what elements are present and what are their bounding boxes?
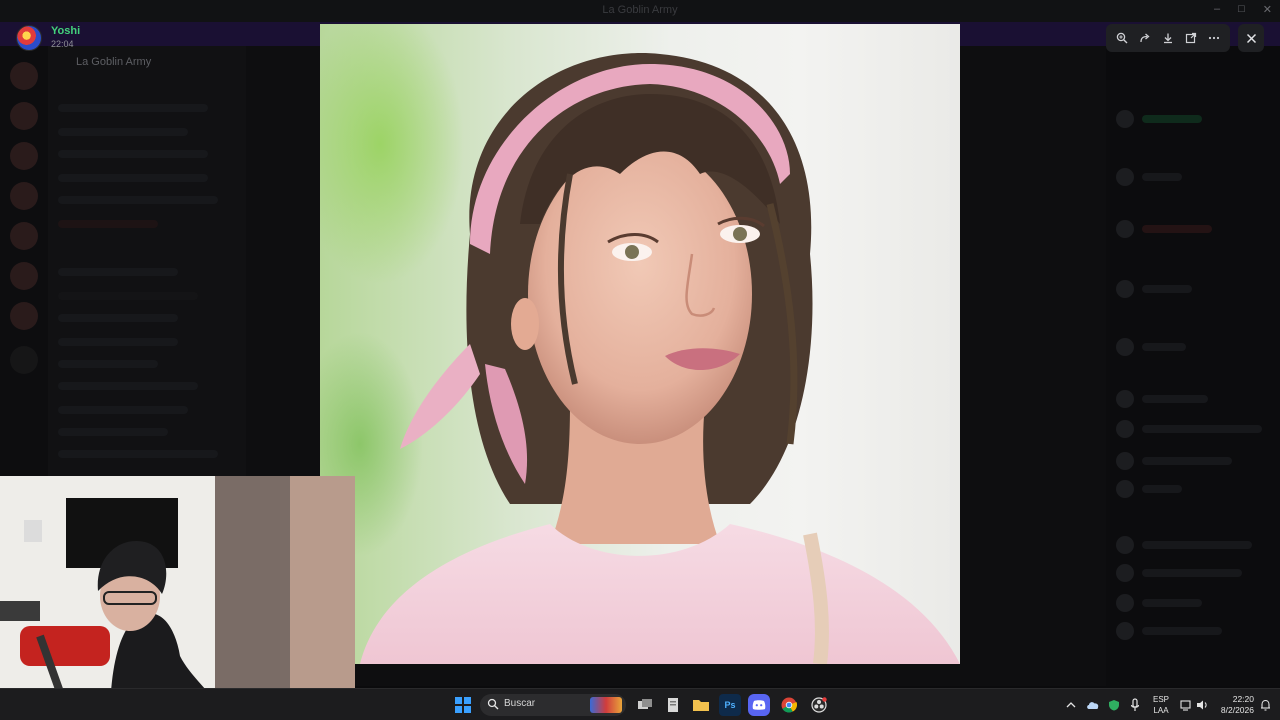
search-highlight-icon — [590, 697, 622, 713]
close-icon — [1246, 33, 1256, 43]
server-icon[interactable] — [10, 182, 38, 210]
member-item[interactable] — [1116, 594, 1266, 612]
taskbar-clock[interactable]: 22:20 8/2/2026 — [1212, 694, 1254, 716]
clock-time: 22:20 — [1232, 694, 1254, 704]
avatar[interactable] — [16, 25, 42, 51]
start-button[interactable] — [455, 697, 471, 713]
channel-item[interactable] — [58, 450, 218, 458]
input-language[interactable]: ESP LAA — [1148, 694, 1174, 716]
forward-icon[interactable] — [1135, 28, 1155, 48]
channel-item[interactable] — [58, 360, 158, 368]
file-explorer-icon[interactable] — [690, 694, 712, 716]
member-item[interactable] — [1116, 480, 1266, 498]
server-icon[interactable] — [10, 102, 38, 130]
keyboard-layout: LAA — [1153, 706, 1169, 715]
server-icon[interactable] — [10, 262, 38, 290]
server-icon[interactable] — [10, 62, 38, 90]
language-code: ESP — [1152, 695, 1169, 704]
channel-list: La Goblin Army — [48, 46, 246, 476]
channel-item[interactable] — [58, 104, 208, 112]
zoom-icon[interactable] — [1112, 28, 1132, 48]
member-list — [1106, 80, 1280, 686]
member-item[interactable] — [1116, 220, 1266, 238]
chrome-icon[interactable] — [778, 694, 800, 716]
notification-bell-icon[interactable] — [1260, 689, 1271, 720]
channel-item[interactable] — [58, 382, 198, 390]
discord-icon[interactable] — [748, 694, 770, 716]
channel-item[interactable] — [58, 428, 168, 436]
channel-item[interactable] — [58, 128, 188, 136]
notes-icon[interactable] — [662, 694, 684, 716]
channel-item[interactable] — [58, 268, 178, 276]
member-item[interactable] — [1116, 338, 1266, 356]
clock-date: 8/2/2026 — [1220, 705, 1254, 715]
more-options-icon[interactable] — [1204, 28, 1224, 48]
channel-item[interactable] — [58, 150, 208, 158]
network-icon[interactable] — [1180, 689, 1192, 720]
task-view-icon[interactable] — [634, 694, 656, 716]
window-controls: – □ ✕ — [1214, 3, 1272, 16]
member-item[interactable] — [1116, 622, 1266, 640]
download-icon[interactable] — [1158, 28, 1178, 48]
window-titlebar: La Goblin Army – □ ✕ — [0, 0, 1280, 22]
add-server-icon[interactable] — [10, 346, 38, 374]
server-icon[interactable] — [10, 142, 38, 170]
window-title: La Goblin Army — [602, 4, 678, 16]
channel-item[interactable] — [58, 406, 188, 414]
viewer-toolbar — [1106, 24, 1230, 52]
channel-item[interactable] — [58, 292, 198, 300]
uploader-name[interactable]: Yoshi — [51, 25, 80, 37]
shared-image[interactable] — [320, 24, 960, 664]
member-item[interactable] — [1116, 110, 1266, 128]
cloud-icon[interactable] — [1086, 689, 1100, 720]
shield-icon[interactable] — [1108, 689, 1120, 720]
channel-item[interactable] — [58, 314, 178, 322]
webcam-overlay — [0, 476, 355, 720]
channel-item[interactable] — [58, 196, 218, 204]
member-item[interactable] — [1116, 280, 1266, 298]
server-name[interactable]: La Goblin Army — [76, 56, 151, 68]
server-icon[interactable] — [10, 222, 38, 250]
portrait-illustration — [360, 53, 960, 664]
tray-overflow-icon[interactable] — [1066, 689, 1076, 720]
member-item[interactable] — [1116, 168, 1266, 186]
taskbar: Buscar Ps ESP LAA 22:20 8/2/2026 — [0, 688, 1280, 720]
volume-icon[interactable] — [1196, 689, 1209, 720]
member-item[interactable] — [1116, 420, 1266, 438]
server-icon[interactable] — [10, 302, 38, 330]
search-icon — [487, 698, 499, 710]
close-viewer-button[interactable] — [1238, 24, 1264, 52]
open-in-browser-icon[interactable] — [1181, 28, 1201, 48]
taskbar-search[interactable]: Buscar — [480, 694, 626, 716]
screen: La Goblin Army – □ ✕ La Goblin Army Yosh… — [0, 0, 1280, 720]
member-item[interactable] — [1116, 452, 1266, 470]
channel-item[interactable] — [58, 220, 158, 228]
member-item[interactable] — [1116, 564, 1266, 582]
photoshop-icon[interactable]: Ps — [719, 694, 741, 716]
search-placeholder: Buscar — [504, 698, 536, 709]
minimize-icon[interactable]: – — [1214, 3, 1220, 16]
microphone-icon[interactable] — [1130, 689, 1140, 720]
channel-item[interactable] — [58, 338, 178, 346]
webcam-feed — [0, 476, 355, 720]
upload-time: 22:04 — [51, 39, 74, 49]
member-item[interactable] — [1116, 536, 1266, 554]
channel-item[interactable] — [58, 174, 208, 182]
close-icon[interactable]: ✕ — [1263, 3, 1272, 16]
obs-icon[interactable] — [808, 694, 830, 716]
maximize-icon[interactable]: □ — [1238, 3, 1245, 16]
member-item[interactable] — [1116, 390, 1266, 408]
